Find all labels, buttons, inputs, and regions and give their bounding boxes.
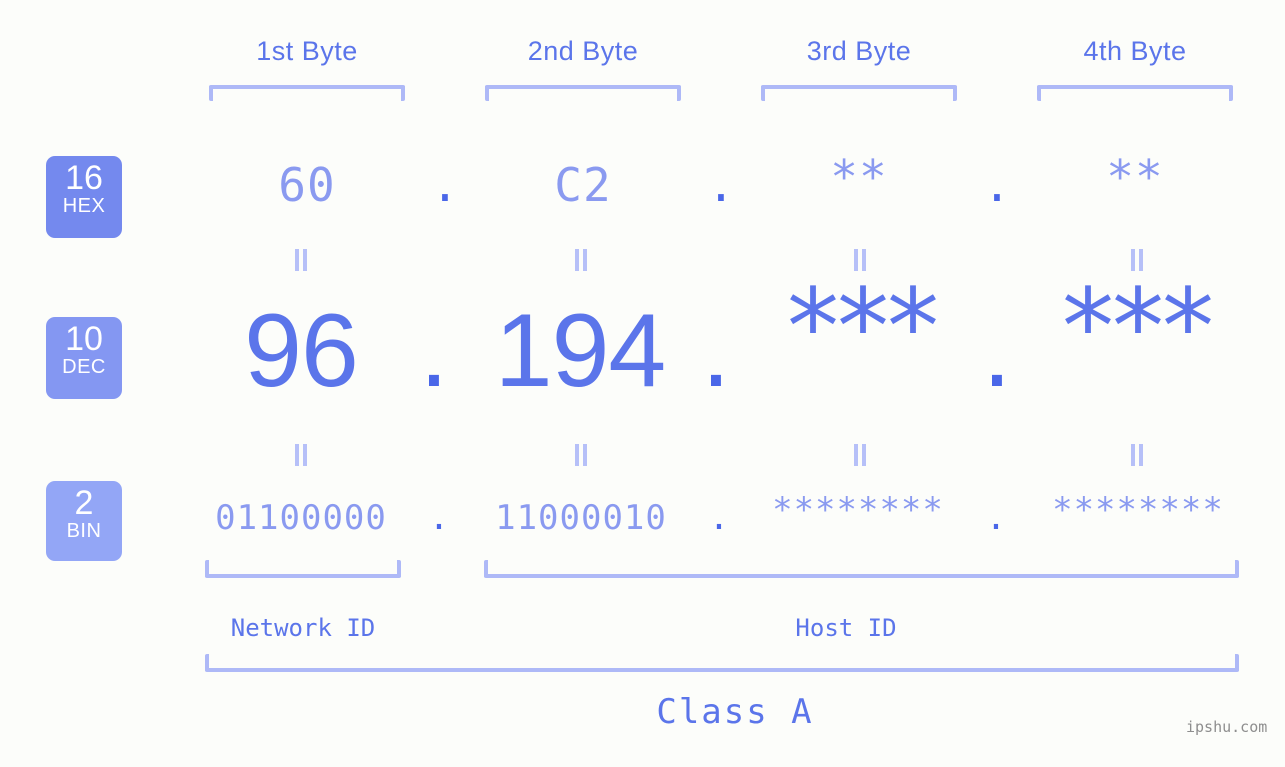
network-id-label: Network ID <box>230 614 376 642</box>
dec-byte-1: 96 <box>244 293 359 409</box>
equals-mark-dec-bin-2 <box>572 444 590 466</box>
site-watermark: ipshu.com <box>1186 718 1268 736</box>
base-badge-bin: 2 BIN <box>46 481 122 561</box>
bin-separator-3: . <box>985 498 1007 538</box>
hex-separator-2: . <box>707 158 735 212</box>
byte-header-4: 4th Byte <box>1083 36 1187 66</box>
bin-byte-4: ******** <box>1052 490 1224 530</box>
base-badge-dec-number: 10 <box>65 320 103 358</box>
byte-header-3: 3rd Byte <box>806 36 912 66</box>
byte-header-1: 1st Byte <box>256 36 358 66</box>
dec-byte-2: 194 <box>494 293 667 409</box>
dec-byte-4: *** <box>1062 266 1214 388</box>
equals-mark-dec-bin-3 <box>851 444 869 466</box>
class-bracket <box>205 654 1239 672</box>
hex-byte-2: C2 <box>554 158 612 212</box>
base-badge-bin-abbr: BIN <box>66 520 102 542</box>
base-badge-dec: 10 DEC <box>46 317 122 399</box>
ip-address-breakdown-diagram: 1st Byte 2nd Byte 3rd Byte 4th Byte 16 H… <box>0 0 1285 767</box>
hex-byte-4: ** <box>1106 150 1164 204</box>
equals-mark-hex-dec-1 <box>292 249 310 271</box>
dec-separator-3: . <box>982 293 1012 409</box>
base-badge-hex-number: 16 <box>65 159 103 197</box>
base-badge-dec-abbr: DEC <box>62 356 106 378</box>
hex-byte-3: ** <box>830 150 888 204</box>
byte-header-2: 2nd Byte <box>527 36 639 66</box>
equals-mark-hex-dec-2 <box>572 249 590 271</box>
dec-separator-2: . <box>701 293 731 409</box>
dec-separator-1: . <box>419 293 449 409</box>
class-label: Class A <box>656 692 814 732</box>
base-badge-hex-abbr: HEX <box>62 195 106 217</box>
host-id-label: Host ID <box>795 614 897 642</box>
hex-byte-1: 60 <box>278 158 336 212</box>
byte-bracket-top-3 <box>761 85 957 101</box>
host-id-bracket <box>484 560 1239 578</box>
hex-separator-3: . <box>983 158 1011 212</box>
equals-mark-dec-bin-1 <box>292 444 310 466</box>
bin-separator-1: . <box>428 498 450 538</box>
equals-mark-dec-bin-4 <box>1128 444 1146 466</box>
base-badge-hex: 16 HEX <box>46 156 122 238</box>
bin-byte-1: 01100000 <box>215 498 387 538</box>
base-badge-bin-number: 2 <box>74 484 94 522</box>
dec-byte-3: *** <box>787 266 939 388</box>
hex-separator-1: . <box>431 158 459 212</box>
network-id-bracket <box>205 560 401 578</box>
byte-bracket-top-1 <box>209 85 405 101</box>
byte-bracket-top-2 <box>485 85 681 101</box>
byte-bracket-top-4 <box>1037 85 1233 101</box>
bin-separator-2: . <box>708 498 730 538</box>
bin-byte-2: 11000010 <box>495 498 667 538</box>
bin-byte-3: ******** <box>772 490 944 530</box>
